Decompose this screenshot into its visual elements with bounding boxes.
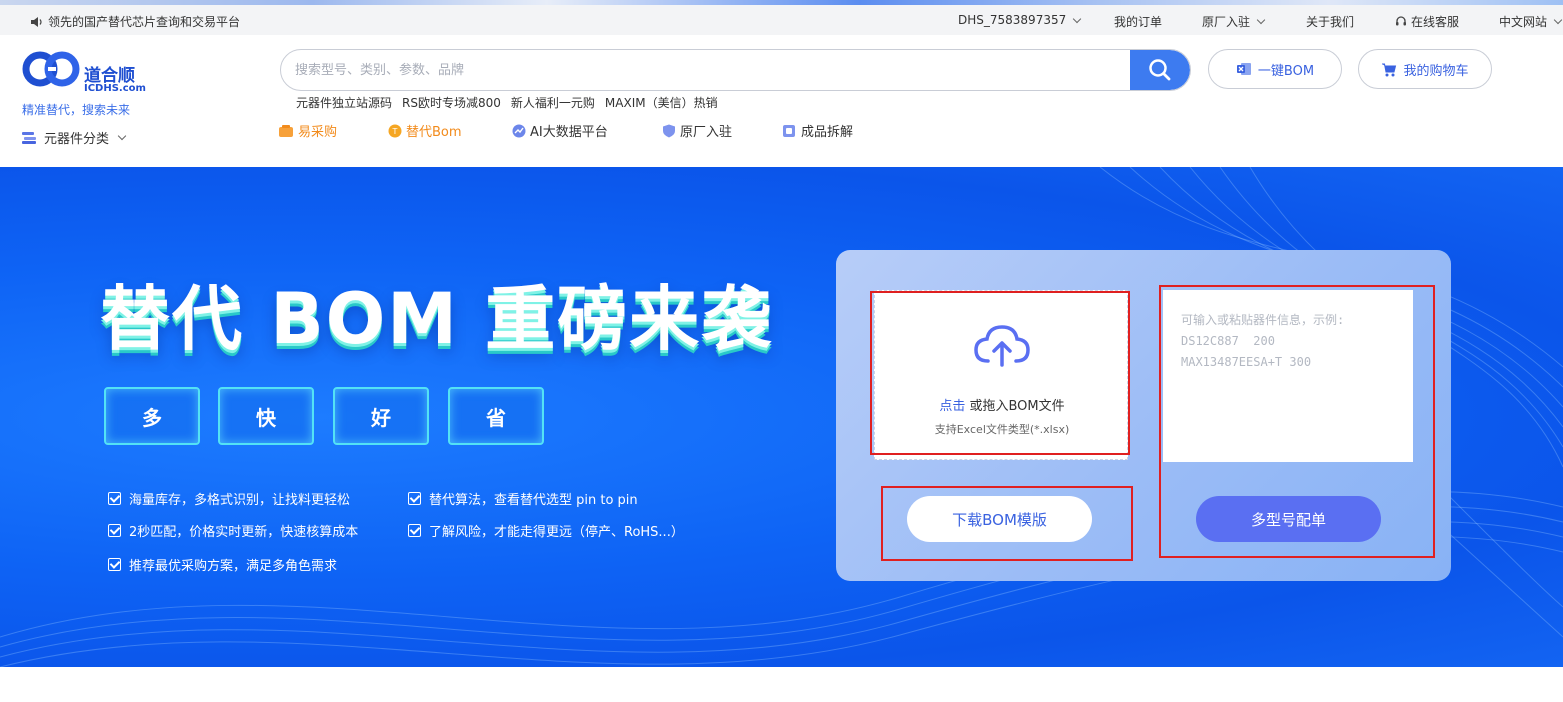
factory-entry-menu[interactable]: 原厂入驻 [1202,13,1266,30]
checkbox-icon [108,558,121,571]
site-logo[interactable]: 道合顺 ICDHS.com [22,47,152,94]
hot-link[interactable]: 新人福利一元购 [511,94,595,111]
username: DHS_7583897357 [958,13,1067,27]
hero-banner: 替代 BOM 重磅来袭 多 快 好 省 海量库存，多格式识别，让找料更轻松 替代… [0,167,1563,667]
site-notice: 领先的国产替代芯片查询和交易平台 [30,13,240,30]
chevron-down-icon [117,131,127,141]
checkbox-icon [408,492,421,505]
feature-item: 推荐最优采购方案，满足多角色需求 [108,555,337,574]
svg-text:T: T [392,127,398,136]
category-icon [22,131,36,144]
hot-link[interactable]: MAXIM（美信）热销 [605,94,718,111]
about-us-label: 关于我们 [1306,15,1355,29]
one-click-bom-button[interactable]: 一键BOM [1208,49,1342,89]
checkbox-icon [108,492,121,505]
feature-item: 海量库存，多格式识别，让找料更轻松 [108,489,350,508]
user-account-menu[interactable]: DHS_7583897357 [958,13,1082,27]
checkbox-icon [108,524,121,537]
chevron-down-icon [1553,15,1563,25]
hot-link[interactable]: RS欧时专场减800 [402,94,501,111]
feature-item: 了解风险，才能走得更远（停产、RoHS...） [408,521,684,540]
hot-link[interactable]: 元器件独立站源码 [296,94,392,111]
ai-chart-icon [512,124,526,137]
nav-label: AI大数据平台 [530,125,608,140]
highlight-frame-upload [870,291,1130,455]
feature-text: 海量库存，多格式识别，让找料更轻松 [129,493,351,508]
nav-label: 成品拆解 [801,125,854,140]
logo-text-en: ICDHS.com [84,83,146,94]
feature-text: 2秒匹配，价格实时更新，快速核算成本 [129,525,359,540]
about-us-link[interactable]: 关于我们 [1306,13,1354,30]
nav-item-factory-entry[interactable]: 原厂入驻 [662,121,732,140]
my-orders-link[interactable]: 我的订单 [1114,13,1162,30]
one-click-bom-label: 一键BOM [1257,63,1315,79]
shopping-cart-label: 我的购物车 [1403,63,1469,79]
chevron-down-icon [1256,15,1266,25]
purchase-icon [279,124,293,137]
online-service-label: 在线客服 [1411,15,1460,29]
language-menu[interactable]: 中文网站 [1499,13,1563,30]
factory-entry-label: 原厂入驻 [1202,15,1251,29]
logo-icon [22,51,80,87]
search-input[interactable] [295,50,1125,90]
feature-badge: 多 [104,387,200,445]
utility-bar: 领先的国产替代芯片查询和交易平台 DHS_7583897357 我的订单 原厂入… [0,5,1563,35]
feature-badge: 快 [218,387,314,445]
search-button[interactable] [1130,50,1190,90]
category-label: 元器件分类 [44,132,110,147]
chevron-down-icon [1072,14,1082,23]
alt-bom-icon: T [388,124,402,137]
teardown-icon [783,124,795,137]
hot-search-links: 元器件独立站源码 RS欧时专场减800 新人福利一元购 MAXIM（美信）热销 [296,94,718,111]
feature-item: 替代算法，查看替代选型 pin to pin [408,489,638,508]
cart-icon [1382,63,1397,76]
nav-item-easy-purchase[interactable]: 易采购 [278,121,337,140]
shopping-cart-button[interactable]: 我的购物车 [1358,49,1492,89]
my-orders-label: 我的订单 [1114,15,1163,29]
banner-headline: 替代 BOM 重磅来袭 [100,278,774,360]
language-label: 中文网站 [1499,15,1548,29]
excel-icon [1236,63,1251,75]
category-menu[interactable]: 元器件分类 [22,128,127,147]
feature-text: 了解风险，才能走得更远（停产、RoHS...） [429,525,684,540]
nav-item-product-teardown[interactable]: 成品拆解 [782,121,853,140]
nav-label: 替代Bom [406,125,462,140]
search-icon [1149,59,1171,81]
site-header: 道合顺 ICDHS.com 精准替代，搜索未来 元器件分类 一键BOM [0,35,1563,167]
highlight-frame-textarea [1159,285,1435,558]
headset-icon [1396,15,1406,25]
feature-text: 替代算法，查看替代选型 pin to pin [429,493,638,508]
nav-label: 原厂入驻 [680,125,733,140]
feature-badge: 省 [448,387,544,445]
slogan: 精准替代，搜索未来 [22,103,131,117]
feature-item: 2秒匹配，价格实时更新，快速核算成本 [108,521,358,540]
nav-item-alt-bom[interactable]: T 替代Bom [388,121,462,140]
checkbox-icon [408,524,421,537]
nav-item-ai-platform[interactable]: AI大数据平台 [512,121,608,140]
online-service-link[interactable]: 在线客服 [1395,13,1459,30]
feature-text: 推荐最优采购方案，满足多角色需求 [129,559,338,574]
nav-label: 易采购 [298,125,338,140]
site-notice-text: 领先的国产替代芯片查询和交易平台 [48,15,241,29]
feature-badge: 好 [333,387,429,445]
speaker-icon [31,16,42,27]
shield-icon [663,124,675,137]
highlight-frame-download [881,486,1133,561]
search-box [280,49,1191,91]
